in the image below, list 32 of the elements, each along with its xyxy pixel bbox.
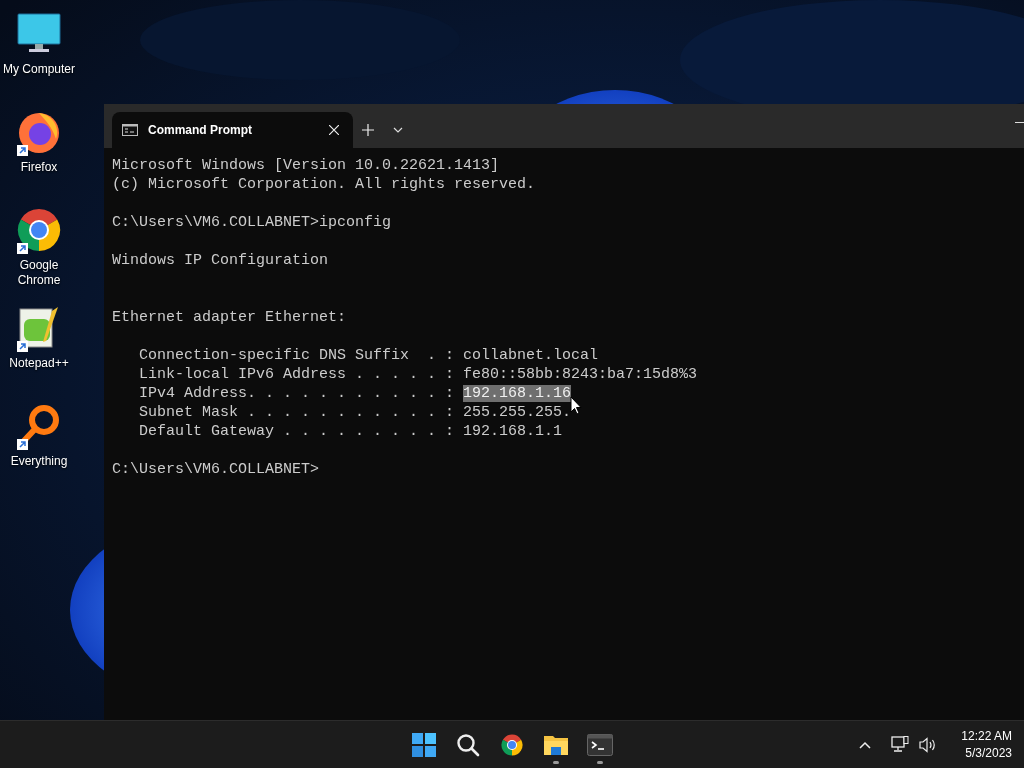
desktop-icon-label[interactable]: My Computer [1,62,77,77]
chevron-up-icon[interactable] [859,740,872,749]
tab[interactable]: Command Prompt [112,112,353,148]
terminal-line: Windows IP Configuration [112,251,329,270]
terminal-line: Connection-specific DNS Suffix . : collabnet.local [138,346,599,365]
network-icon[interactable] [891,736,910,753]
mouse-pointer-icon [570,396,582,415]
terminal-icon[interactable] [587,733,613,756]
terminal-icon [122,124,138,136]
chrome-icon[interactable] [15,206,63,254]
computer-icon[interactable] [17,13,61,55]
desktop-icon-label[interactable]: Google Chrome [1,258,77,288]
terminal-line: Ethernet adapter Ethernet: [112,308,347,327]
terminal-line: Default Gateway . . . . . . . . . : 192.168.1.1 [138,422,563,441]
plus-icon [362,124,374,136]
terminal-line: (c) Microsoft Corporation. All rights reserved. [112,175,536,194]
chrome-icon[interactable] [500,732,524,757]
terminal-line: Microsoft Windows [Version 10.0.22621.1413] [112,156,500,175]
terminal-line: Subnet Mask . . . . . . . . . . . : 255.255.255. [138,403,572,422]
volume-icon[interactable] [919,736,938,753]
desktop-icon-label[interactable]: Notepad++ [1,356,77,371]
terminal-line: C:\Users\VM6.COLLABNET> [112,460,320,479]
terminal-line: Link-local IPv6 Address . . . . . : fe80::58bb:8243:ba7:15d8%3 [138,365,698,384]
desktop-icon-label[interactable]: Everything [1,454,77,469]
desktop-icon-label[interactable]: Firefox [1,160,77,175]
clock-time[interactable]: 12:22 AM [961,727,1012,745]
chevron-down-icon [393,127,403,133]
terminal-line: C:\Users\VM6.COLLABNET>ipconfig [112,213,392,232]
clock-date[interactable]: 5/3/2023 [965,744,1012,762]
terminal-line: IPv4 Address. . . . . . . . . . . : 192.168.1.16 [138,384,572,403]
start-icon[interactable] [412,732,436,757]
search-icon[interactable] [456,732,480,757]
